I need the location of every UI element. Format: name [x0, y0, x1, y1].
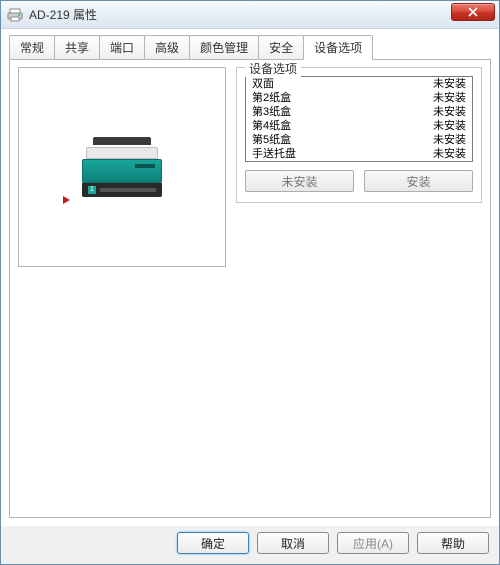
cancel-button[interactable]: 取消: [257, 532, 329, 554]
option-name: 双面: [252, 77, 274, 91]
titlebar[interactable]: AD-219 属性: [1, 1, 499, 29]
apply-button[interactable]: 应用(A): [337, 532, 409, 554]
dialog-footer: 确定 取消 应用(A) 帮助: [1, 526, 499, 564]
indicator-arrow-icon: [63, 196, 70, 204]
ok-button[interactable]: 确定: [177, 532, 249, 554]
device-options-column: 设备选项 双面 未安装 第2纸盒 未安装 第3纸盒 未安装: [236, 67, 482, 509]
list-item[interactable]: 第3纸盒 未安装: [246, 105, 472, 119]
tab-panel-device-options: 1 设备选项 双面 未安装 第2纸盒 未安装: [9, 59, 491, 518]
list-item[interactable]: 第4纸盒 未安装: [246, 119, 472, 133]
option-name: 手送托盘: [252, 147, 296, 161]
option-name: 第3纸盒: [252, 105, 291, 119]
list-item[interactable]: 手送托盘 未安装: [246, 147, 472, 161]
tab-ports[interactable]: 端口: [99, 35, 145, 60]
tab-general[interactable]: 常规: [9, 35, 55, 60]
option-name: 第2纸盒: [252, 91, 291, 105]
printer-illustration: 1: [82, 137, 162, 197]
content-area: 常规 共享 端口 高级 颜色管理 安全 设备选项 1 设备选项: [1, 29, 499, 526]
install-buttons-row: 未安装 安装: [245, 170, 473, 192]
close-button[interactable]: [451, 3, 495, 21]
printer-icon: [7, 7, 23, 23]
tab-strip: 常规 共享 端口 高级 颜色管理 安全 设备选项: [9, 35, 491, 60]
list-item[interactable]: 第2纸盒 未安装: [246, 91, 472, 105]
option-status: 未安装: [433, 77, 466, 91]
options-list[interactable]: 双面 未安装 第2纸盒 未安装 第3纸盒 未安装 第4纸盒: [245, 76, 473, 162]
list-item[interactable]: 第5纸盒 未安装: [246, 133, 472, 147]
window-title: AD-219 属性: [29, 6, 451, 23]
option-status: 未安装: [433, 119, 466, 133]
properties-dialog: AD-219 属性 常规 共享 端口 高级 颜色管理 安全 设备选项: [0, 0, 500, 565]
tab-color-management[interactable]: 颜色管理: [189, 35, 259, 60]
tab-device-options[interactable]: 设备选项: [303, 35, 373, 60]
help-button[interactable]: 帮助: [417, 532, 489, 554]
tab-security[interactable]: 安全: [258, 35, 304, 60]
list-item[interactable]: 双面 未安装: [246, 77, 472, 91]
uninstall-button[interactable]: 未安装: [245, 170, 354, 192]
option-status: 未安装: [433, 133, 466, 147]
tab-advanced[interactable]: 高级: [144, 35, 190, 60]
device-options-group: 设备选项 双面 未安装 第2纸盒 未安装 第3纸盒 未安装: [236, 67, 482, 203]
install-button[interactable]: 安装: [364, 170, 473, 192]
option-status: 未安装: [433, 105, 466, 119]
printer-preview: 1: [18, 67, 226, 267]
group-title: 设备选项: [245, 60, 301, 77]
option-name: 第4纸盒: [252, 119, 291, 133]
option-status: 未安装: [433, 91, 466, 105]
tab-sharing[interactable]: 共享: [54, 35, 100, 60]
option-status: 未安装: [433, 147, 466, 161]
option-name: 第5纸盒: [252, 133, 291, 147]
